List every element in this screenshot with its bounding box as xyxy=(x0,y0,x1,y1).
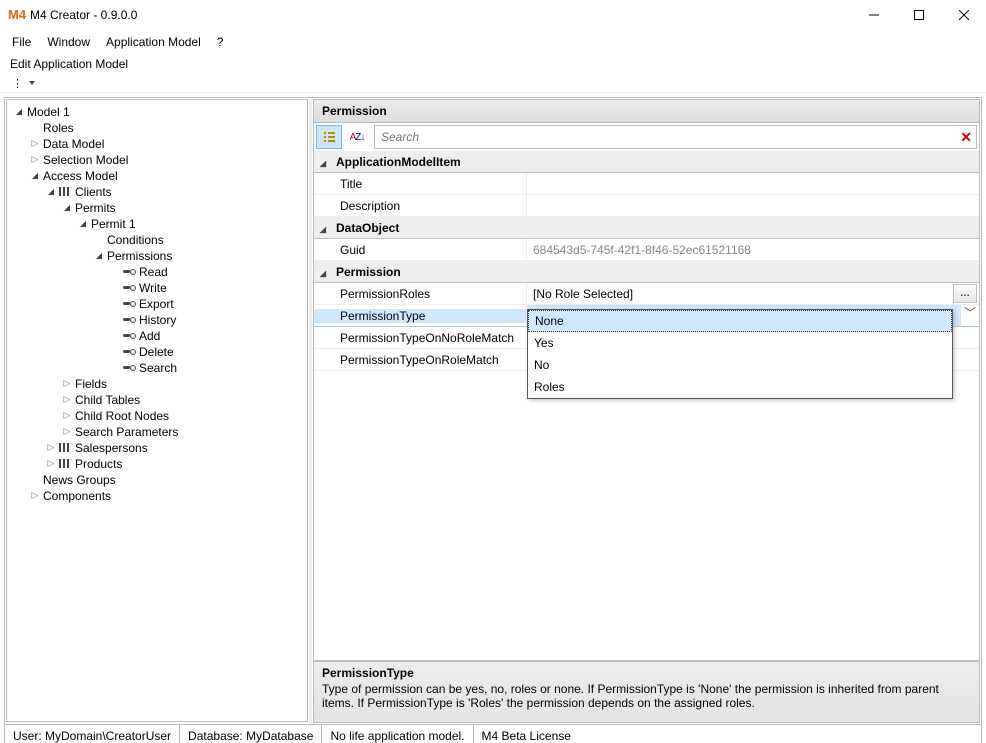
table-icon xyxy=(57,440,73,456)
table-icon xyxy=(57,456,73,472)
tree-item-permit-1[interactable]: Permit 1 xyxy=(7,216,307,232)
tree-item-permits[interactable]: Permits xyxy=(7,200,307,216)
property-description-panel: PermissionType Type of permission can be… xyxy=(313,661,980,723)
tree-item-selection-model[interactable]: Selection Model xyxy=(7,152,307,168)
tab-edit-application-model[interactable]: Edit Application Model xyxy=(10,57,128,71)
properties-toolbar: AZ↓ ✕ xyxy=(313,123,980,151)
property-description-name: PermissionType xyxy=(322,666,971,680)
mini-toolbar xyxy=(0,74,986,93)
status-bar: User: MyDomain\CreatorUser Database: MyD… xyxy=(4,725,982,743)
tree-item-access-model[interactable]: Access Model xyxy=(7,168,307,184)
tree-item-export[interactable]: Export xyxy=(7,296,307,312)
alphabetical-view-button[interactable]: AZ↓ xyxy=(344,125,370,149)
key-icon xyxy=(121,312,137,328)
tree-item-model[interactable]: Model 1 xyxy=(7,104,307,120)
prop-title[interactable]: Title xyxy=(314,173,979,195)
window-title: M4 Creator - 0.9.0.0 xyxy=(30,8,851,22)
category-permission[interactable]: Permission xyxy=(314,261,979,283)
menu-window[interactable]: Window xyxy=(39,33,98,51)
ellipsis-button[interactable]: … xyxy=(953,284,977,303)
key-icon xyxy=(121,264,137,280)
categorized-view-button[interactable] xyxy=(316,125,342,149)
main-split: Model 1 Roles Data Model Selection Model… xyxy=(4,97,982,725)
tree-item-fields[interactable]: Fields xyxy=(7,376,307,392)
toolbar-dropdown-icon[interactable] xyxy=(29,81,35,85)
status-life: No life application model. xyxy=(322,725,473,743)
properties-search-input[interactable] xyxy=(379,129,972,145)
dropdown-toggle-icon[interactable] xyxy=(961,307,979,324)
menu-bar: File Window Application Model ? xyxy=(0,31,986,54)
properties-pane: Permission AZ↓ ✕ ApplicationModelItem Ti… xyxy=(312,98,981,724)
key-icon xyxy=(121,344,137,360)
title-bar: M4 M4 Creator - 0.9.0.0 xyxy=(0,0,986,31)
property-grid: ApplicationModelItem Title Description D… xyxy=(313,151,980,661)
category-dataobject[interactable]: DataObject xyxy=(314,217,979,239)
menu-help[interactable]: ? xyxy=(209,33,232,51)
tree-item-read[interactable]: Read xyxy=(7,264,307,280)
tree-item-data-model[interactable]: Data Model xyxy=(7,136,307,152)
minimize-button[interactable] xyxy=(851,1,896,30)
menu-application-model[interactable]: Application Model xyxy=(98,33,209,51)
app-icon: M4 xyxy=(8,7,24,23)
toolbar-grip-icon xyxy=(12,76,23,90)
document-tab-strip: Edit Application Model xyxy=(0,54,986,74)
key-icon xyxy=(121,360,137,376)
clear-search-icon[interactable]: ✕ xyxy=(960,129,972,146)
model-tree-pane: Model 1 Roles Data Model Selection Model… xyxy=(5,98,312,724)
category-applicationmodelitem[interactable]: ApplicationModelItem xyxy=(314,151,979,173)
tree-item-delete[interactable]: Delete xyxy=(7,344,307,360)
properties-header: Permission xyxy=(313,99,980,123)
key-icon xyxy=(121,280,137,296)
dropdown-option-no[interactable]: No xyxy=(528,354,952,376)
prop-permission-roles[interactable]: PermissionRoles [No Role Selected] … xyxy=(314,283,979,305)
dropdown-option-yes[interactable]: Yes xyxy=(528,332,952,354)
key-icon xyxy=(121,296,137,312)
tree-item-permissions[interactable]: Permissions xyxy=(7,248,307,264)
properties-search[interactable]: ✕ xyxy=(374,125,977,149)
tree-item-conditions[interactable]: Conditions xyxy=(7,232,307,248)
tree-item-write[interactable]: Write xyxy=(7,280,307,296)
tree-item-roles[interactable]: Roles xyxy=(7,120,307,136)
prop-description[interactable]: Description xyxy=(314,195,979,217)
tree-item-news-groups[interactable]: News Groups xyxy=(7,472,307,488)
tree-item-salespersons[interactable]: Salespersons xyxy=(7,440,307,456)
tree-item-components[interactable]: Components xyxy=(7,488,307,504)
table-icon xyxy=(57,184,73,200)
status-user: User: MyDomain\CreatorUser xyxy=(5,725,180,743)
tree-item-history[interactable]: History xyxy=(7,312,307,328)
tree-item-products[interactable]: Products xyxy=(7,456,307,472)
menu-file[interactable]: File xyxy=(4,33,39,51)
dropdown-option-none[interactable]: None xyxy=(528,310,952,332)
tree-item-search-parameters[interactable]: Search Parameters xyxy=(7,424,307,440)
dropdown-option-roles[interactable]: Roles xyxy=(528,376,952,398)
key-icon xyxy=(121,328,137,344)
permission-type-dropdown: None Yes No Roles xyxy=(527,309,953,399)
property-description-text: Type of permission can be yes, no, roles… xyxy=(322,682,971,710)
status-license: M4 Beta License xyxy=(474,725,579,743)
status-database: Database: MyDatabase xyxy=(180,725,322,743)
tree-item-clients[interactable]: Clients xyxy=(7,184,307,200)
tree-item-search-permission[interactable]: Search xyxy=(7,360,307,376)
maximize-button[interactable] xyxy=(896,1,941,30)
tree-item-add[interactable]: Add xyxy=(7,328,307,344)
close-button[interactable] xyxy=(941,1,986,30)
tree-item-child-root-nodes[interactable]: Child Root Nodes xyxy=(7,408,307,424)
tree-item-child-tables[interactable]: Child Tables xyxy=(7,392,307,408)
prop-guid[interactable]: Guid684543d5-745f-42f1-8f46-52ec61521168 xyxy=(314,239,979,261)
